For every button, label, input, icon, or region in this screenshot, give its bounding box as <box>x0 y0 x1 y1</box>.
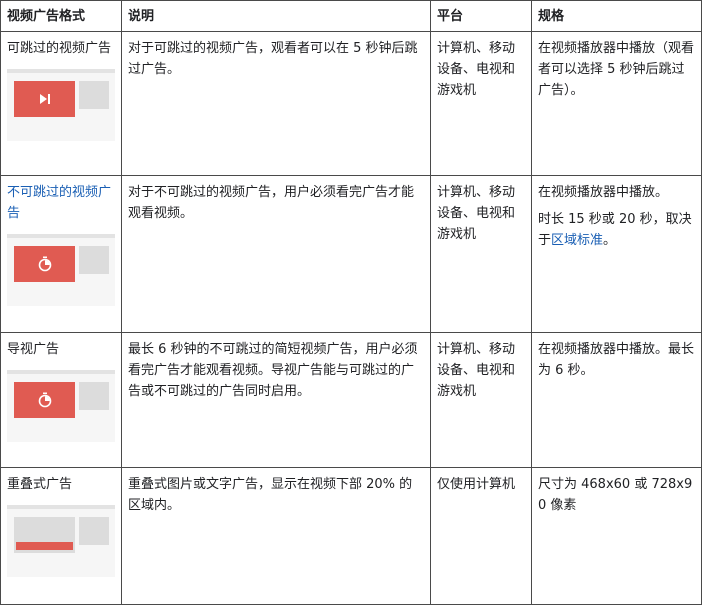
description-cell: 对于不可跳过的视频广告，用户必须看完广告才能观看视频。 <box>121 175 431 333</box>
format-name: 导视广告 <box>7 342 60 357</box>
spec-cell: 在视频播放器中播放。最长为 6 秒。 <box>531 332 702 468</box>
header-spec: 规格 <box>531 0 702 32</box>
header-description: 说明 <box>121 0 431 32</box>
platform-cell: 计算机、移动设备、电视和游戏机 <box>430 31 532 176</box>
regional-standards-link[interactable]: 区域标准 <box>551 233 603 248</box>
format-cell: 重叠式广告 <box>0 467 122 605</box>
table-row: 可跳过的视频广告 对于可跳过的视频广告，观看者可以在 5 秒钟后跳过广告。 计算 <box>0 31 702 176</box>
timer-icon <box>14 246 75 282</box>
non-skippable-ad-thumbnail <box>7 234 115 306</box>
skippable-ad-thumbnail <box>7 69 115 141</box>
skip-icon <box>14 81 75 117</box>
header-platform: 平台 <box>430 0 532 32</box>
overlay-bar-icon <box>16 542 73 550</box>
table-row: 导视广告 最长 6 秒钟的不可跳过的简短视频广告，用户必须看完广告才能观看视频。… <box>0 332 702 468</box>
format-cell: 可跳过的视频广告 <box>0 31 122 176</box>
header-format: 视频广告格式 <box>0 0 122 32</box>
video-ad-formats-table: 视频广告格式 说明 平台 规格 可跳过的视频广告 对于可跳过的视频广告，观看者可… <box>0 0 702 605</box>
timer-icon <box>14 382 75 418</box>
spec-text: 在视频播放器中播放。 <box>538 185 669 200</box>
table-row: 重叠式广告 重叠式图片或文字广告，显示在视频下部 20% 的区域内。 仅使用计算… <box>0 467 702 605</box>
table-header-row: 视频广告格式 说明 平台 规格 <box>0 0 702 32</box>
table-row: 不可跳过的视频广告 对于不可跳过的视频广告，用户必须看完广告才能观看视频。 计算… <box>0 175 702 333</box>
description-cell: 重叠式图片或文字广告，显示在视频下部 20% 的区域内。 <box>121 467 431 605</box>
spec-cell: 尺寸为 468x60 或 728x90 像素 <box>531 467 702 605</box>
platform-cell: 仅使用计算机 <box>430 467 532 605</box>
format-name: 可跳过的视频广告 <box>7 41 112 56</box>
format-cell: 不可跳过的视频广告 <box>0 175 122 333</box>
bumper-ad-thumbnail <box>7 370 115 442</box>
format-name: 重叠式广告 <box>7 477 73 492</box>
platform-cell: 计算机、移动设备、电视和游戏机 <box>430 332 532 468</box>
spec-duration: 时长 15 秒或 20 秒，取决于区域标准。 <box>538 212 692 248</box>
spec-cell: 在视频播放器中播放。 时长 15 秒或 20 秒，取决于区域标准。 <box>531 175 702 333</box>
description-cell: 最长 6 秒钟的不可跳过的简短视频广告，用户必须看完广告才能观看视频。导视广告能… <box>121 332 431 468</box>
platform-cell: 计算机、移动设备、电视和游戏机 <box>430 175 532 333</box>
overlay-ad-thumbnail <box>7 505 115 577</box>
format-cell: 导视广告 <box>0 332 122 468</box>
non-skippable-ad-link[interactable]: 不可跳过的视频广告 <box>7 182 115 224</box>
description-cell: 对于可跳过的视频广告，观看者可以在 5 秒钟后跳过广告。 <box>121 31 431 176</box>
spec-cell: 在视频播放器中播放（观看者可以选择 5 秒钟后跳过广告）。 <box>531 31 702 176</box>
